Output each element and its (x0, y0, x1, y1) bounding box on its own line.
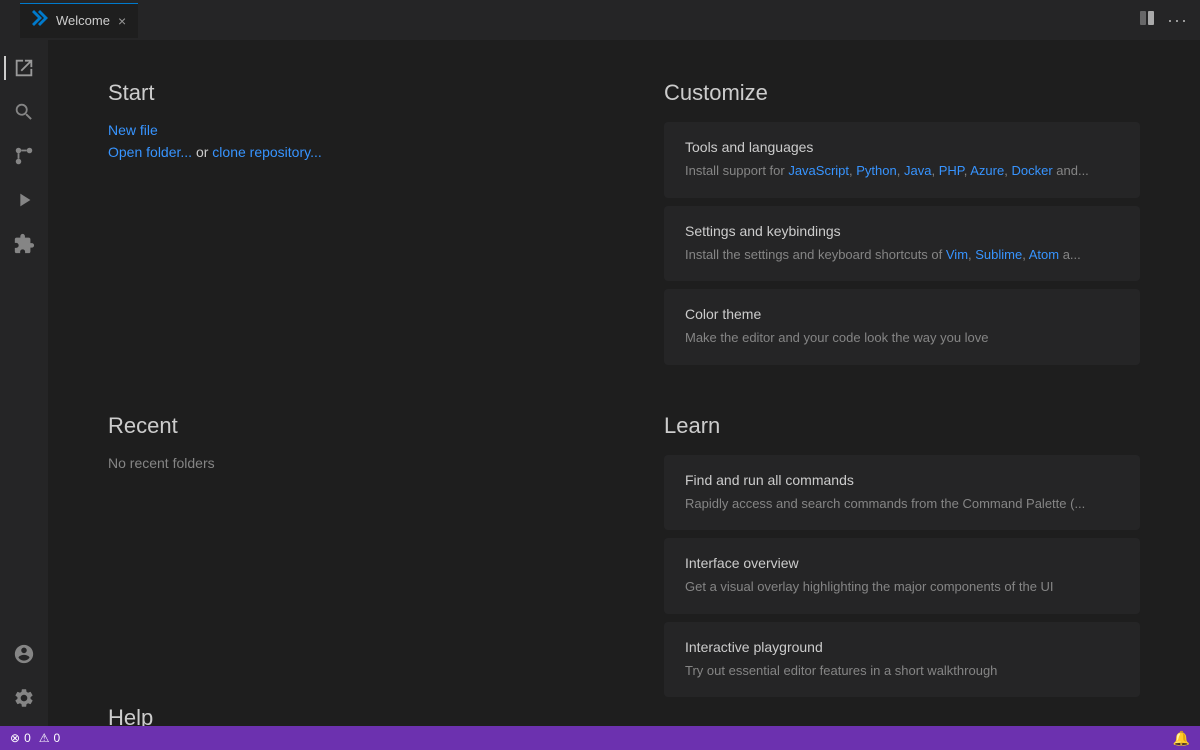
learn-section: Learn Find and run all commands Rapidly … (664, 413, 1140, 706)
interactive-playground-title: Interactive playground (685, 639, 1119, 655)
start-title: Start (108, 80, 584, 106)
settings-card-title: Settings and keybindings (685, 223, 1119, 239)
find-commands-title: Find and run all commands (685, 472, 1119, 488)
link-java[interactable]: Java (904, 163, 931, 178)
vscode-tab-icon (32, 10, 48, 31)
error-icon: ⊗ (10, 731, 20, 745)
welcome-grid: Start New file Open folder... or clone r… (108, 80, 1140, 726)
welcome-content: Start New file Open folder... or clone r… (48, 40, 1200, 726)
interactive-playground-card[interactable]: Interactive playground Try out essential… (664, 622, 1140, 698)
customize-section: Customize Tools and languages Install su… (664, 80, 1140, 373)
tab-title: Welcome (56, 13, 110, 28)
settings-card-desc: Install the settings and keyboard shortc… (685, 245, 1119, 265)
link-python[interactable]: Python (856, 163, 896, 178)
link-javascript[interactable]: JavaScript (788, 163, 849, 178)
activity-run[interactable] (4, 180, 44, 220)
new-file-link[interactable]: New file (108, 122, 158, 138)
main-layout: Start New file Open folder... or clone r… (0, 40, 1200, 726)
titlebar: Welcome × ··· (0, 0, 1200, 40)
open-folder-link[interactable]: Open folder... (108, 144, 192, 160)
activity-bottom (4, 634, 44, 718)
activity-source-control[interactable] (4, 136, 44, 176)
start-section: Start New file Open folder... or clone r… (108, 80, 584, 373)
link-azure[interactable]: Azure (970, 163, 1004, 178)
activity-extensions[interactable] (4, 224, 44, 264)
color-theme-card[interactable]: Color theme Make the editor and your cod… (664, 289, 1140, 365)
split-editor-icon[interactable] (1139, 10, 1155, 31)
learn-title: Learn (664, 413, 1140, 439)
activity-search[interactable] (4, 92, 44, 132)
tab-close-button[interactable]: × (118, 13, 126, 29)
link-docker[interactable]: Docker (1011, 163, 1052, 178)
error-count[interactable]: ⊗ 0 (10, 731, 31, 745)
statusbar-left: ⊗ 0 ⚠ 0 (10, 731, 60, 745)
help-section: Help Printable keyboard cheatsheet Intro… (108, 705, 584, 726)
clone-repo-link[interactable]: clone repository... (212, 144, 321, 160)
start-links: New file Open folder... or clone reposit… (108, 122, 584, 160)
title-actions: ··· (1139, 10, 1188, 31)
help-title: Help (108, 705, 584, 726)
statusbar: ⊗ 0 ⚠ 0 🔔 (0, 726, 1200, 750)
link-php[interactable]: PHP (939, 163, 964, 178)
color-theme-desc: Make the editor and your code look the w… (685, 328, 1119, 348)
open-row: Open folder... or clone repository... (108, 144, 584, 160)
activity-settings[interactable] (4, 678, 44, 718)
link-atom[interactable]: Atom (1029, 247, 1059, 262)
link-vim[interactable]: Vim (946, 247, 968, 262)
customize-title: Customize (664, 80, 1140, 106)
interface-overview-card[interactable]: Interface overview Get a visual overlay … (664, 538, 1140, 614)
more-actions-icon[interactable]: ··· (1167, 10, 1188, 31)
statusbar-right: 🔔 (1173, 730, 1190, 747)
find-commands-desc: Rapidly access and search commands from … (685, 494, 1119, 514)
warning-number: 0 (54, 731, 61, 745)
interface-overview-desc: Get a visual overlay highlighting the ma… (685, 577, 1119, 597)
tools-card-title: Tools and languages (685, 139, 1119, 155)
recent-section: Recent No recent folders (108, 413, 584, 666)
link-sublime[interactable]: Sublime (975, 247, 1022, 262)
notifications-icon[interactable]: 🔔 (1173, 730, 1190, 747)
tools-card-desc: Install support for JavaScript, Python, … (685, 161, 1119, 181)
error-number: 0 (24, 731, 31, 745)
recent-title: Recent (108, 413, 584, 439)
color-theme-title: Color theme (685, 306, 1119, 322)
settings-keybindings-card[interactable]: Settings and keybindings Install the set… (664, 206, 1140, 282)
interface-overview-title: Interface overview (685, 555, 1119, 571)
activity-explorer[interactable] (4, 48, 44, 88)
new-file-row: New file (108, 122, 584, 138)
activity-account[interactable] (4, 634, 44, 674)
warning-count[interactable]: ⚠ 0 (39, 731, 60, 745)
warning-icon: ⚠ (39, 731, 50, 745)
activity-bar (0, 40, 48, 726)
tools-languages-card[interactable]: Tools and languages Install support for … (664, 122, 1140, 198)
welcome-tab[interactable]: Welcome × (20, 3, 138, 38)
no-recent-text: No recent folders (108, 455, 584, 471)
find-commands-card[interactable]: Find and run all commands Rapidly access… (664, 455, 1140, 531)
interactive-playground-desc: Try out essential editor features in a s… (685, 661, 1119, 681)
or-text: or (196, 144, 212, 160)
